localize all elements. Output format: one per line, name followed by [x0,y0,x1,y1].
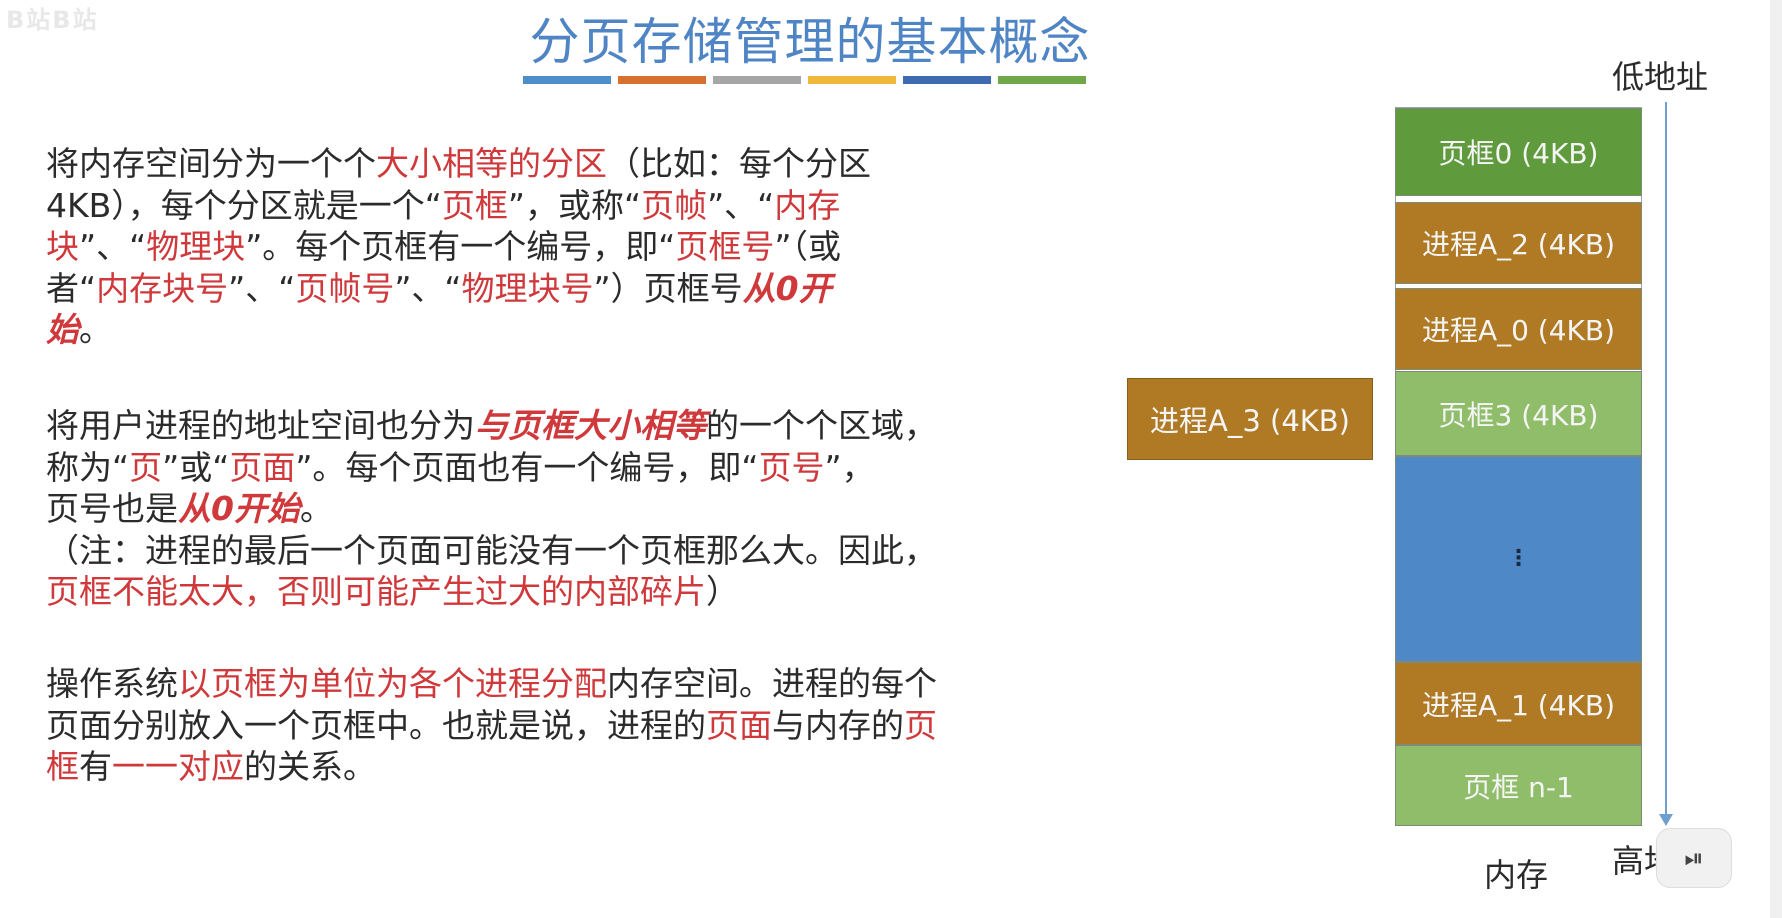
highlight-text: 页面 [706,705,772,745]
paragraph-page: 将用户进程的地址空间也分为与页框大小相等的一个个区域， 称为“页”或“页面”。每… [46,405,1051,613]
title-underline-yellow [808,76,896,84]
text: 与内存的 [772,705,904,745]
text: 。 [79,310,112,349]
highlight-text: 页 [129,447,163,487]
process-page-a2: 进程A_2 (4KB) [1395,202,1642,284]
process-page-a1: 进程A_1 (4KB) [1395,662,1642,745]
page-frame-n-1: 页框 n-1 [1395,745,1642,826]
address-arrow-line [1665,102,1667,820]
paragraph-allocation: 操作系统以页框为单位为各个进程分配内存空间。进程的每个 页面分别放入一个页框中。… [46,663,1051,788]
title-underline-darkblue [903,76,991,84]
text: 将内存空间分为一个个 [46,144,376,183]
memory-free-region: ⋮ [1395,456,1642,662]
text: 将用户进程的地址空间也分为 [46,406,475,445]
text: 有 [79,747,112,786]
text: ”、“ [79,227,147,266]
page-frame-0: 页框0 (4KB) [1395,108,1642,196]
text: ”）页框号 [593,268,743,308]
highlight-text: 物理块号 [461,268,594,308]
highlight-text: 框 [46,747,79,786]
highlight-text: 页号 [758,447,825,487]
title-underline-blue [523,76,611,84]
emphasis-text: 从0开始 [178,489,300,528]
text: ”， [824,447,875,487]
text: （注：进程的最后一个页面可能没有一个页框那么大。因此， [46,530,937,570]
text: ”（或 [774,227,842,266]
highlight-text: 内存 [774,185,841,225]
text: 。 [299,489,333,528]
play-pause-icon: ⏯ [1684,844,1704,872]
process-page-a0: 进程A_0 (4KB) [1395,288,1642,370]
text: ”，或称“ [507,185,642,225]
low-address-label: 低地址 [1612,58,1709,96]
text: 4KB），每个分区就是一个“ [46,185,442,225]
text: 页号也是 [46,489,178,528]
text: 者“ [46,268,97,308]
highlight-text: 物理块 [146,227,246,266]
text: ”、“ [707,185,775,225]
paragraph-page-frame: 将内存空间分为一个个大小相等的分区（比如：每个分区 4KB），每个分区就是一个“… [46,143,1051,351]
highlight-text: 一一对应 [112,747,244,786]
memory-caption: 内存 [1484,856,1549,894]
text: ”、“ [394,268,462,308]
text: （比如：每个分区 [607,144,871,183]
ellipsis-icon: ⋮ [1507,546,1530,571]
title-underline-gray [713,76,801,84]
text: ”或“ [162,447,230,487]
text: ”。每个页框有一个编号，即“ [245,227,676,266]
highlight-text: 页框 [441,185,508,225]
highlight-text: 页帧 [641,185,708,225]
process-page-a3: 进程A_3 (4KB) [1127,378,1373,460]
arrow-down-icon [1659,814,1673,826]
highlight-text: 以页框为单位为各个进程分配 [178,664,607,703]
highlight-text: 内存块号 [96,268,229,308]
emphasis-text: 与页框大小相等 [475,406,706,445]
play-pause-button[interactable]: ⏯ [1656,828,1732,888]
title-underline-orange [618,76,706,84]
page-frame-3: 页框3 (4KB) [1395,371,1642,456]
emphasis-text: 始 [46,310,79,349]
emphasis-text: 从0开 [742,268,832,308]
text: 页面分别放入一个页框中。也就是说，进程的 [46,705,706,745]
text: 内存空间。进程的每个 [607,664,937,703]
page-title: 分页存储管理的基本概念 [529,13,1091,71]
text: 的关系。 [244,747,376,786]
text: ”。每个页面也有一个编号，即“ [295,447,759,487]
highlight-text: 大小相等的分区 [376,144,607,183]
text: 称为“ [46,447,130,487]
text: 操作系统 [46,664,178,703]
text: ） [706,572,739,611]
text: ”、“ [228,268,296,308]
highlight-text: 页框不能太大，否则可能产生过大的内部碎片 [46,572,706,611]
highlight-text: 页帧号 [295,268,395,308]
highlight-text: 块 [46,227,79,266]
title-underline-green [998,76,1086,84]
highlight-text: 页框号 [675,227,775,266]
text: 的一个个区域， [706,406,937,445]
highlight-text: 页面 [229,447,296,487]
highlight-text: 页 [904,705,937,745]
window-edge [1770,0,1782,918]
